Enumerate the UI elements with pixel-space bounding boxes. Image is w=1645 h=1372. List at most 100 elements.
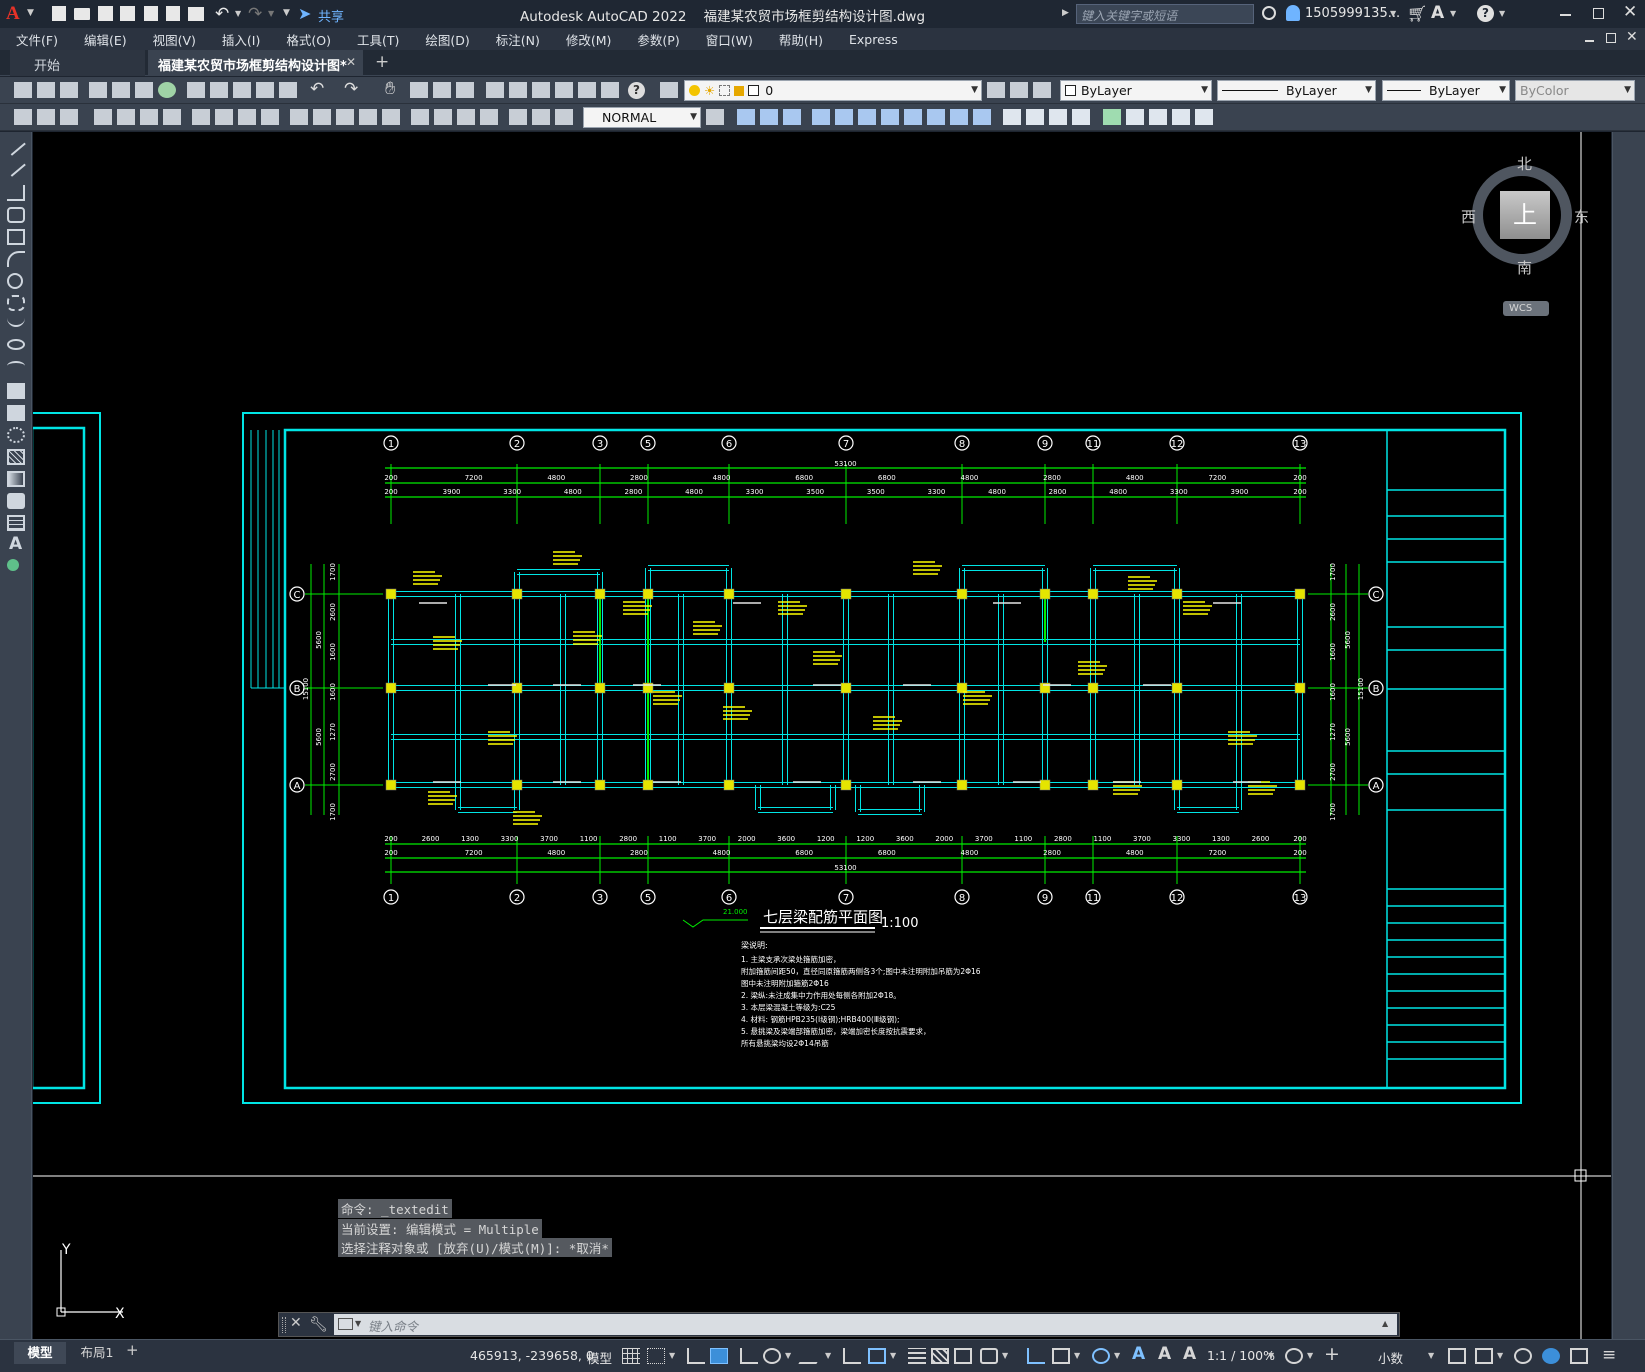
model-space-button[interactable]: 模型 <box>587 1348 612 1367</box>
attach-icon[interactable] <box>60 109 78 125</box>
dim-linear-icon[interactable] <box>94 109 112 125</box>
units-chevron-icon[interactable]: ▼ <box>1428 1351 1434 1360</box>
add-layout-button[interactable]: + <box>126 1341 139 1359</box>
block-editor-icon[interactable] <box>279 82 297 98</box>
insert-block-icon[interactable] <box>7 383 25 399</box>
polar-tracking-icon[interactable] <box>763 1348 781 1364</box>
quickcalc-icon[interactable] <box>601 82 619 98</box>
doc-close-icon[interactable]: ✕ <box>1626 29 1638 45</box>
menu-dimension[interactable]: 标注(N) <box>480 30 550 49</box>
menu-window[interactable]: 窗口(W) <box>690 30 763 49</box>
group-icon[interactable] <box>1149 109 1167 125</box>
dim-break-icon[interactable] <box>382 109 400 125</box>
customize-qat-icon[interactable]: ▼ <box>283 8 290 18</box>
a360-chevron-icon[interactable]: ▼ <box>1450 9 1456 18</box>
design-center-icon[interactable] <box>509 82 527 98</box>
dim-angular-icon[interactable] <box>261 109 279 125</box>
command-prompt-icon[interactable] <box>338 1318 353 1330</box>
ungroup-icon[interactable] <box>1172 109 1190 125</box>
zoom-realtime-icon[interactable] <box>410 82 428 98</box>
gizmo-icon[interactable] <box>1092 1348 1110 1364</box>
inspect-icon[interactable] <box>457 109 475 125</box>
3dplot-icon[interactable] <box>158 82 176 98</box>
share-label[interactable]: 共享 <box>318 6 344 25</box>
gizmo-chevron-icon[interactable]: ▼ <box>1114 1351 1120 1360</box>
draworder-icon[interactable] <box>1195 109 1213 125</box>
stretch-icon[interactable] <box>927 109 945 125</box>
ellipse-icon[interactable] <box>7 339 25 350</box>
color-chevron-icon[interactable]: ▼ <box>1201 85 1208 95</box>
offset-icon[interactable] <box>812 109 830 125</box>
viewcube-face[interactable]: 上 <box>1500 191 1550 239</box>
help-tool-icon[interactable]: ? <box>628 82 645 99</box>
erase-icon[interactable] <box>737 109 755 125</box>
open-icon[interactable] <box>74 8 90 20</box>
dimstyle-dropdown[interactable]: NORMAL ▼ <box>583 107 701 128</box>
dimstyle-chevron-icon[interactable]: ▼ <box>690 112 697 122</box>
revcloud-icon[interactable] <box>7 295 25 311</box>
dim-aligned-icon[interactable] <box>117 109 135 125</box>
gradient-icon[interactable] <box>7 471 25 487</box>
table-icon[interactable] <box>7 515 25 531</box>
grid-icon[interactable] <box>622 1348 640 1364</box>
construction-line-icon[interactable] <box>6 158 26 177</box>
dim-ordinate-icon[interactable] <box>163 109 181 125</box>
saveas-icon[interactable] <box>120 6 135 21</box>
point-icon[interactable] <box>7 427 25 443</box>
break-icon[interactable] <box>1003 109 1021 125</box>
customization-icon[interactable]: ≡ <box>1602 1345 1616 1365</box>
layer-properties-icon[interactable] <box>660 82 678 98</box>
open-file-icon[interactable] <box>37 82 55 98</box>
dynamic-input-icon[interactable] <box>710 1348 728 1364</box>
plot-icon[interactable] <box>89 82 107 98</box>
fillet-icon[interactable] <box>1072 109 1090 125</box>
infer-constraints-icon[interactable] <box>687 1348 705 1364</box>
selection-filter-chevron-icon[interactable]: ▼ <box>1074 1351 1080 1360</box>
layer-previous-icon[interactable] <box>1010 82 1028 98</box>
extend-icon[interactable] <box>973 109 991 125</box>
selection-cycling-icon[interactable] <box>954 1348 972 1364</box>
line-icon[interactable] <box>6 137 26 156</box>
arc-icon[interactable] <box>7 251 25 267</box>
linetype-dropdown[interactable]: ByLayer ▼ <box>1217 80 1376 101</box>
wcs-button[interactable]: WCS <box>1503 301 1549 316</box>
drawing-canvas[interactable]: 1 1 2 2 3 3 5 5 6 6 7 7 8 8 9 9 11 11 12 12 13 13 C C B B A A 200 72… <box>33 132 1611 1339</box>
tab-active-drawing[interactable]: 福建某农贸市场框剪结构设计图* <box>148 50 363 76</box>
undo-icon[interactable]: ↶ <box>215 4 229 24</box>
menu-view[interactable]: 视图(V) <box>137 30 206 49</box>
redo-tool-icon[interactable]: ↷ <box>344 79 358 99</box>
scale-icon[interactable] <box>904 109 922 125</box>
paste-icon[interactable] <box>233 82 251 98</box>
save-file-icon[interactable] <box>60 82 78 98</box>
viewcube-east[interactable]: 东 <box>1574 206 1589 227</box>
plotstyle-dropdown[interactable]: ByColor ▼ <box>1515 80 1635 101</box>
make-block-icon[interactable] <box>7 405 25 421</box>
layer-freeze-icon[interactable]: ☀ <box>704 83 715 98</box>
quick-dim-icon[interactable] <box>290 109 308 125</box>
export-icon[interactable] <box>166 6 180 21</box>
tab-close-icon[interactable]: ✕ <box>346 55 356 69</box>
viewcube-south[interactable]: 南 <box>1517 257 1532 278</box>
auto-scale-icon[interactable]: A <box>1158 1344 1171 1364</box>
preview-icon[interactable] <box>112 82 130 98</box>
jogged-linear-icon[interactable] <box>480 109 498 125</box>
annotation-monitor-icon[interactable]: + <box>1324 1343 1340 1365</box>
cart-icon[interactable]: 🛒︎ <box>1407 4 1427 23</box>
array-icon[interactable] <box>835 109 853 125</box>
autodesk-a360-icon[interactable]: A <box>1431 3 1444 23</box>
zoom-window-icon[interactable] <box>433 82 451 98</box>
user-chevron-icon[interactable]: ▼ <box>1390 9 1396 18</box>
publish-icon[interactable] <box>135 82 153 98</box>
redo-chevron-icon[interactable]: ▼ <box>268 9 274 18</box>
autocad-logo[interactable]: A <box>6 3 20 25</box>
isolate-objects-icon[interactable] <box>1514 1348 1532 1364</box>
selection-filter-icon[interactable] <box>1052 1348 1070 1364</box>
close-icon[interactable]: ✕ <box>1623 2 1637 22</box>
dimstyle-manager-icon[interactable] <box>706 109 724 125</box>
menu-help[interactable]: 帮助(H) <box>763 30 833 49</box>
layer-on-icon[interactable] <box>689 85 700 96</box>
pan-icon[interactable]: ✋︎ <box>385 78 395 99</box>
plotstyle-chevron-icon[interactable]: ▼ <box>1624 85 1631 95</box>
lineweight-dropdown[interactable]: ByLayer ▼ <box>1382 80 1510 101</box>
viewcube[interactable]: 上 北 南 西 东 <box>1461 155 1589 277</box>
